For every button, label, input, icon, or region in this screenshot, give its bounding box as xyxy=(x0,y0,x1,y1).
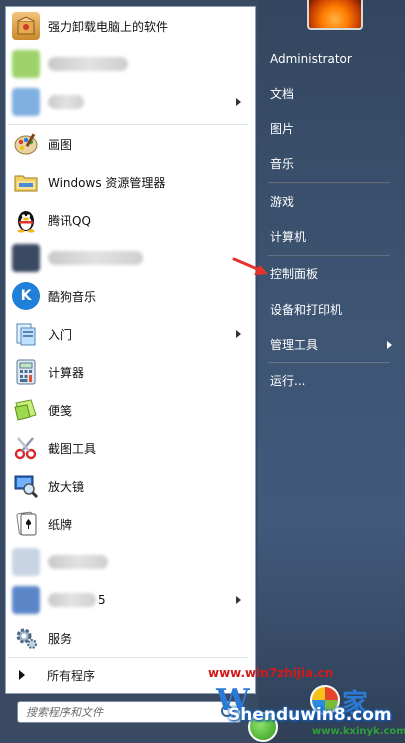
search-input[interactable] xyxy=(18,704,218,720)
watermark-url: www.win7zhijia.cn xyxy=(208,666,334,680)
watermark-brand: Shenduwin8.com xyxy=(228,705,392,725)
recent-item-label: 截图工具 xyxy=(48,441,97,456)
blurred-item[interactable] xyxy=(8,47,251,81)
submenu-arrow-icon xyxy=(236,98,241,106)
recent-item-services[interactable]: 服务 xyxy=(8,621,251,655)
left-separator xyxy=(8,124,248,125)
recent-item-label: 服务 xyxy=(48,631,73,646)
recent-item-solitaire[interactable]: 纸牌 xyxy=(8,507,251,541)
recent-item-label: 腾讯QQ xyxy=(48,213,91,228)
right-separator xyxy=(268,362,390,364)
blurred-label xyxy=(48,593,96,607)
recent-item-blurred-5[interactable]: 5 xyxy=(8,583,251,617)
blurred-label xyxy=(48,57,128,71)
watermark-site: www.kxinyk.com xyxy=(312,726,405,737)
all-programs-label: 所有程序 xyxy=(47,668,96,683)
right-item-control-panel[interactable]: 控制面板 xyxy=(262,260,398,288)
pinned-item-label: 强力卸载电脑上的软件 xyxy=(48,19,169,34)
explorer-folder-icon xyxy=(12,168,40,196)
paint-palette-icon xyxy=(12,130,40,158)
blurred-app-icon xyxy=(12,244,40,272)
right-separator xyxy=(268,182,390,184)
recent-item-label: 计算器 xyxy=(48,365,85,380)
blurred-label xyxy=(48,95,84,109)
blurred-item-submenu[interactable] xyxy=(8,85,251,119)
recent-item-calculator[interactable]: 计算器 xyxy=(8,355,251,389)
right-item-label: 管理工具 xyxy=(270,338,319,352)
right-item-games[interactable]: 游戏 xyxy=(262,188,398,216)
right-item-label: 设备和打印机 xyxy=(270,303,343,317)
user-name-label: Administrator xyxy=(270,52,352,66)
right-item-admin-tools[interactable]: 管理工具 xyxy=(262,331,398,359)
recent-item-label: Windows 资源管理器 xyxy=(48,175,166,190)
right-item-label: 音乐 xyxy=(270,157,295,171)
right-item-run[interactable]: 运行... xyxy=(262,367,398,395)
right-item-label: 计算机 xyxy=(270,230,307,244)
right-item-label: 控制面板 xyxy=(270,267,319,281)
right-item-computer[interactable]: 计算机 xyxy=(262,223,398,251)
right-separator xyxy=(268,255,390,257)
recent-item-kugou[interactable]: K 酷狗音乐 xyxy=(8,279,251,313)
right-item-music[interactable]: 音乐 xyxy=(262,150,398,178)
right-item-pictures[interactable]: 图片 xyxy=(262,115,398,143)
solitaire-cards-icon xyxy=(12,510,40,538)
right-item-devices-printers[interactable]: 设备和打印机 xyxy=(262,296,398,324)
recent-item-label: 便笺 xyxy=(48,403,73,418)
right-item-user[interactable]: Administrator xyxy=(262,45,398,73)
user-picture[interactable] xyxy=(307,0,363,30)
recent-item-explorer[interactable]: Windows 资源管理器 xyxy=(8,165,251,199)
services-gear-icon xyxy=(12,624,40,652)
blurred-item[interactable] xyxy=(8,545,251,579)
left-separator xyxy=(8,657,248,658)
blurred-app-icon xyxy=(12,548,40,576)
right-item-documents[interactable]: 文档 xyxy=(262,80,398,108)
right-item-label: 游戏 xyxy=(270,195,295,209)
kugou-k-icon: K xyxy=(12,282,40,310)
recent-item-qq[interactable]: 腾讯QQ xyxy=(8,203,251,237)
blurred-label xyxy=(48,251,143,265)
submenu-arrow-icon xyxy=(387,341,392,349)
recent-item-label: 5 xyxy=(98,593,106,607)
snipping-scissors-icon xyxy=(12,434,40,462)
recent-item-paint[interactable]: 画图 xyxy=(8,127,251,161)
search-box[interactable] xyxy=(17,701,241,723)
blurred-label xyxy=(48,555,108,569)
recent-item-label: 纸牌 xyxy=(48,517,73,532)
qq-penguin-icon xyxy=(12,206,40,234)
magnifier-icon xyxy=(12,472,40,500)
blurred-app-icon xyxy=(12,50,40,78)
submenu-arrow-icon xyxy=(236,330,241,338)
recent-item-label: 入门 xyxy=(48,327,73,342)
sticky-notes-icon xyxy=(12,396,40,424)
blurred-app-icon xyxy=(12,88,40,116)
calculator-icon xyxy=(12,358,40,386)
submenu-arrow-icon xyxy=(236,596,241,604)
right-item-label: 文档 xyxy=(270,87,295,101)
getting-started-icon xyxy=(12,320,40,348)
recent-item-label: 画图 xyxy=(48,137,73,152)
recent-item-snipping-tool[interactable]: 截图工具 xyxy=(8,431,251,465)
recent-item-sticky-notes[interactable]: 便笺 xyxy=(8,393,251,427)
blurred-item[interactable] xyxy=(8,241,251,275)
recent-item-label: 酷狗音乐 xyxy=(48,289,97,304)
annotation-arrow-icon xyxy=(232,257,268,275)
right-item-label: 图片 xyxy=(270,122,295,136)
recent-item-magnifier[interactable]: 放大镜 xyxy=(8,469,251,503)
recent-item-label: 放大镜 xyxy=(48,479,85,494)
right-item-label: 运行... xyxy=(270,374,306,388)
uninstall-box-icon xyxy=(12,12,40,40)
pinned-item-uninstaller[interactable]: 强力卸载电脑上的软件 xyxy=(8,9,251,43)
recent-item-getting-started[interactable]: 入门 xyxy=(8,317,251,351)
expand-triangle-icon xyxy=(19,670,25,680)
blurred-app-icon xyxy=(12,586,40,614)
